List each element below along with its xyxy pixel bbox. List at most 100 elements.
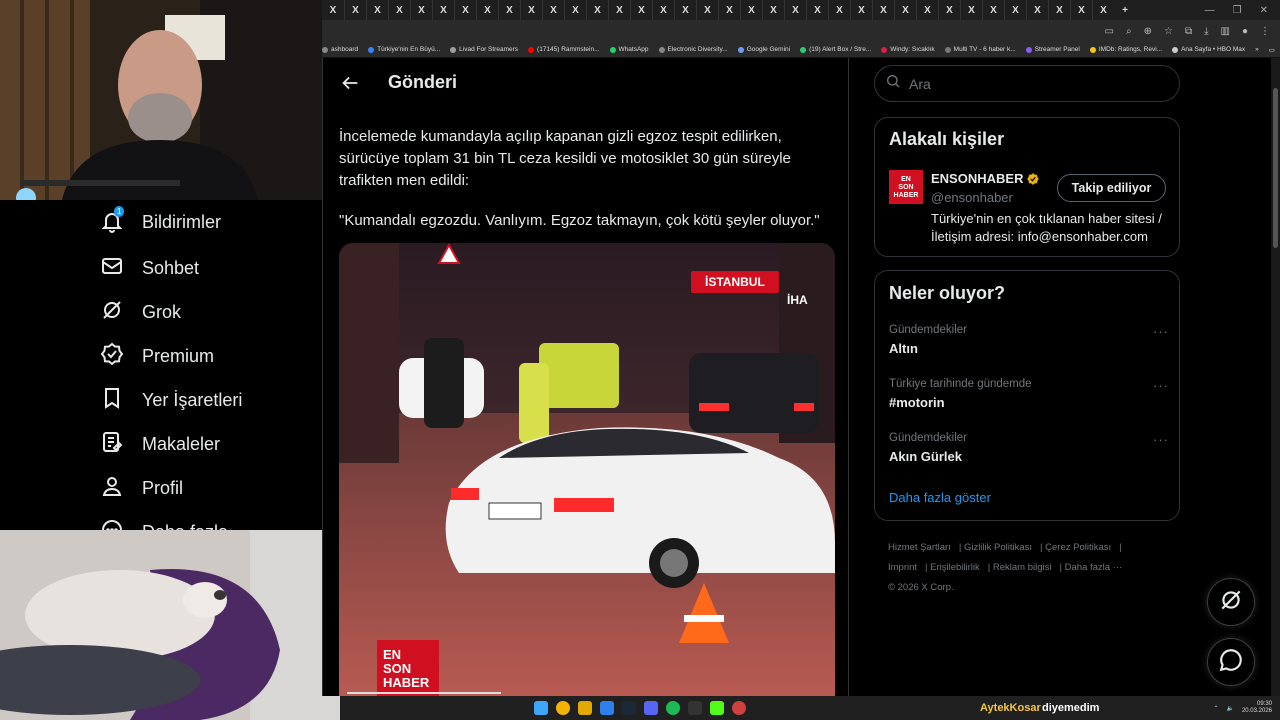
more-options-icon[interactable]: ··· (1153, 432, 1169, 447)
spotify-icon[interactable] (666, 701, 680, 715)
steam-icon[interactable] (622, 701, 636, 715)
browser-tab[interactable]: X (322, 0, 344, 20)
browser-tab[interactable]: X (608, 0, 630, 20)
browser-tab[interactable]: X (586, 0, 608, 20)
cast-icon[interactable]: ▭ (1105, 26, 1114, 37)
star-icon[interactable]: ☆ (1164, 26, 1173, 37)
messages-fab-button[interactable] (1207, 638, 1255, 686)
nav-item-notifications[interactable]: 1 Bildirimler (100, 206, 221, 234)
browser-tab[interactable]: X (630, 0, 652, 20)
browser-tab[interactable]: X (894, 0, 916, 20)
chrome-icon[interactable] (556, 701, 570, 715)
avatar[interactable]: EN SON HABER (889, 170, 923, 204)
browser-tab[interactable]: X (1092, 0, 1114, 20)
profile-avatar[interactable]: ● (1242, 26, 1248, 37)
folder-icon[interactable] (578, 701, 592, 715)
browser-tab[interactable]: X (916, 0, 938, 20)
discord-icon[interactable] (644, 701, 658, 715)
nav-item-grok[interactable]: Grok (100, 298, 181, 327)
kick-icon[interactable] (710, 701, 724, 715)
bookmarks-overflow-button[interactable]: » (1255, 46, 1259, 53)
bookmark-item[interactable]: (17145) Rammstein... (528, 46, 600, 53)
browser-tab[interactable]: X (872, 0, 894, 20)
browser-tab[interactable]: X (1070, 0, 1092, 20)
browser-tab[interactable]: X (850, 0, 872, 20)
nav-item-chat[interactable]: Sohbet (100, 254, 199, 283)
post-video[interactable]: İSTANBUL İHA EN SON HABER (339, 243, 835, 696)
bookmark-item[interactable]: Multi TV - 6 haber k... (944, 46, 1016, 53)
nav-item-articles[interactable]: Makaleler (100, 430, 220, 459)
bookmark-item[interactable]: Streamer Panel (1025, 46, 1080, 53)
app-icon[interactable] (600, 701, 614, 715)
browser-tab[interactable]: X (982, 0, 1004, 20)
browser-tab[interactable]: X (454, 0, 476, 20)
nav-item-profile[interactable]: Profil (100, 474, 183, 503)
menu-icon[interactable]: ⋮ (1260, 26, 1270, 37)
person-name[interactable]: ENSONHABER (931, 171, 1040, 186)
bookmark-item[interactable]: Ana Sayfa • HBO Max (1172, 46, 1245, 53)
browser-tab[interactable]: X (784, 0, 806, 20)
footer-link[interactable]: Reklam bilgisi (993, 562, 1052, 573)
trend-item[interactable]: Türkiye tarihinde gündemde #motorin ··· (889, 378, 1169, 410)
nav-item-bookmarks[interactable]: Yer İşaretleri (100, 386, 242, 415)
all-bookmarks-button[interactable]: ▭Tüm Yer İşaretleri (1269, 46, 1280, 54)
browser-tab[interactable]: X (476, 0, 498, 20)
browser-tab[interactable]: X (652, 0, 674, 20)
volume-icon[interactable]: 🔈 (1226, 705, 1233, 712)
browser-tab[interactable]: X (498, 0, 520, 20)
bookmark-item[interactable]: ashboard (322, 46, 358, 53)
browser-tab[interactable]: X (718, 0, 740, 20)
bookmark-item[interactable]: Electronic Diversity... (658, 46, 728, 53)
browser-tab[interactable]: X (1048, 0, 1070, 20)
browser-tab[interactable]: X (564, 0, 586, 20)
footer-link[interactable]: Daha fazla ··· (1065, 562, 1123, 573)
tray-chevron-icon[interactable]: ⌃ (1213, 705, 1218, 712)
scrollbar-thumb[interactable] (1273, 88, 1278, 248)
browser-tab[interactable]: X (388, 0, 410, 20)
following-button[interactable]: Takip ediliyor (1057, 174, 1166, 202)
browser-tab[interactable]: X (938, 0, 960, 20)
browser-tab[interactable]: X (520, 0, 542, 20)
footer-link[interactable]: Erişilebilirlik (930, 562, 980, 573)
bookmark-item[interactable]: Türkiye'nin En Büyü... (368, 46, 440, 53)
browser-tab[interactable]: X (366, 0, 388, 20)
browser-tab[interactable]: X (344, 0, 366, 20)
translate-icon[interactable]: ⊕ (1144, 26, 1152, 37)
browser-tab[interactable]: X (696, 0, 718, 20)
browser-tab[interactable]: X (674, 0, 696, 20)
browser-tab[interactable]: X (762, 0, 784, 20)
bookmark-item[interactable]: (19) Alert Box / Stre... (800, 46, 871, 53)
browser-tab[interactable]: X (1026, 0, 1048, 20)
more-options-icon[interactable]: ··· (1153, 378, 1169, 393)
epic-icon[interactable] (688, 701, 702, 715)
bookmark-item[interactable]: IMDb: Ratings, Revi... (1089, 46, 1162, 53)
page-scrollbar[interactable] (1271, 58, 1280, 696)
person-handle[interactable]: @ensonhaber (931, 190, 1013, 205)
trend-item[interactable]: Gündemdekiler Akın Gürlek ··· (889, 432, 1169, 464)
video-progress-bar[interactable] (347, 692, 501, 694)
clock[interactable]: 09:30 20.03.2026 (1242, 701, 1272, 715)
browser-tab[interactable]: X (1004, 0, 1026, 20)
browser-tab[interactable]: X (806, 0, 828, 20)
bookmark-item[interactable]: Livad For Streamers (450, 46, 518, 53)
browser-tab[interactable]: X (740, 0, 762, 20)
footer-link[interactable]: Imprint (888, 562, 917, 573)
more-options-icon[interactable]: ··· (1153, 324, 1169, 339)
nav-item-premium[interactable]: Premium (100, 342, 214, 371)
search-input[interactable] (909, 75, 1169, 92)
zoom-icon[interactable]: ⌕ (1126, 26, 1132, 37)
footer-link[interactable]: Hizmet Şartları (888, 542, 951, 553)
browser-tab[interactable]: X (410, 0, 432, 20)
sidepanel-icon[interactable]: ▥ (1221, 26, 1230, 37)
show-more-link[interactable]: Daha fazla göster (889, 490, 991, 505)
download-icon[interactable]: ⤓ (1204, 26, 1208, 37)
close-icon[interactable]: ✕ (1260, 5, 1268, 16)
extensions-icon[interactable]: ⧉ (1185, 26, 1192, 37)
bookmark-item[interactable]: Windy: Sıcaklık (881, 46, 935, 53)
new-tab-button[interactable]: + (1114, 0, 1136, 20)
obs-icon[interactable] (732, 701, 746, 715)
browser-tab[interactable]: X (960, 0, 982, 20)
grok-fab-button[interactable] (1207, 578, 1255, 626)
browser-tab[interactable]: X (432, 0, 454, 20)
trend-item[interactable]: Gündemdekiler Altın ··· (889, 324, 1169, 356)
